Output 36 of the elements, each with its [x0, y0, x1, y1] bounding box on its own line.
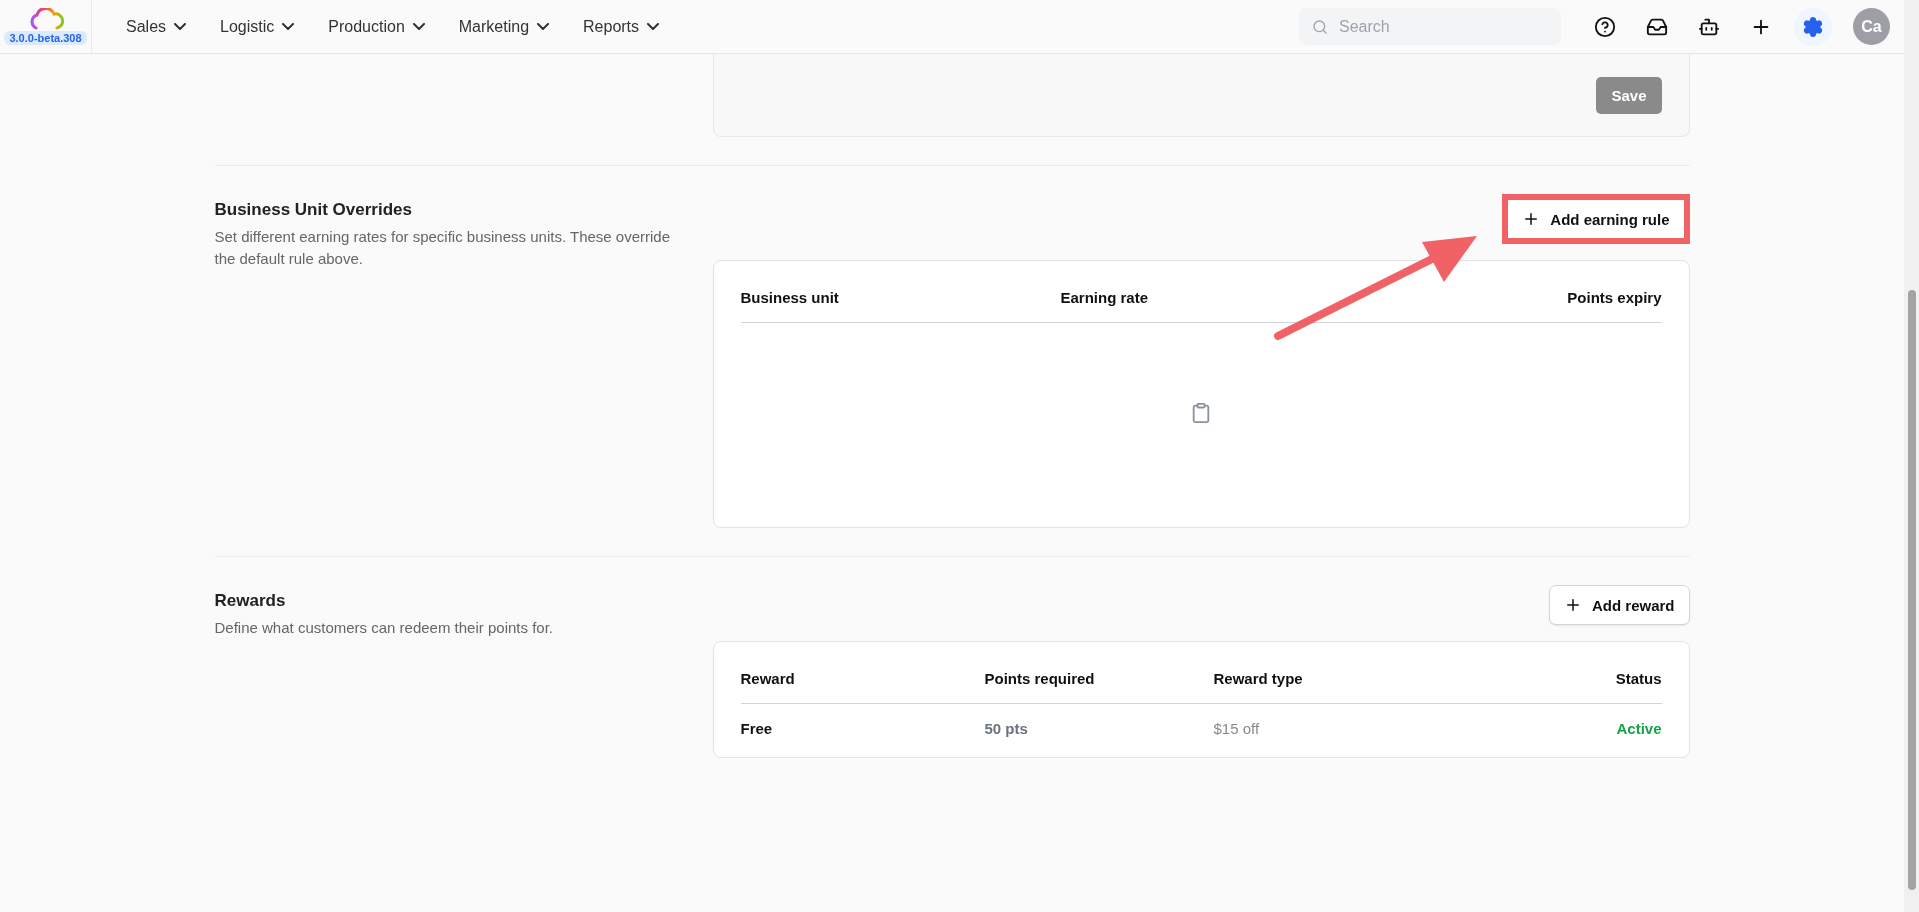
column-header: Points expiry: [1567, 279, 1662, 323]
section-title: Rewards: [214, 591, 287, 611]
version-badge: 3.0.0-beta.308: [4, 31, 87, 45]
add-button[interactable]: Add reward: [1549, 585, 1690, 625]
column-header: Points required: [984, 660, 1214, 704]
column-header: Reward: [740, 660, 985, 704]
section-title: Business Unit Overrides: [214, 200, 413, 220]
chevron-down-icon: [412, 23, 425, 30]
chevron-down-icon: [647, 23, 660, 30]
nav-menu[interactable]: Reports: [583, 17, 660, 36]
section-description: Set different earning rates for specific business units. These override the default rule above.: [214, 227, 672, 269]
status-text: Active: [1615, 719, 1662, 739]
column-header: Earning rate: [1060, 279, 1568, 323]
settings-icon: [1802, 15, 1824, 38]
highlighted-add-button[interactable]: Add earning rule: [1502, 194, 1690, 244]
nav-menu[interactable]: Logistic: [220, 17, 295, 36]
nav-menu[interactable]: Production: [328, 17, 425, 36]
settings-button[interactable]: [1794, 7, 1832, 46]
column-header: Reward type: [1213, 660, 1616, 704]
help-icon: [1594, 15, 1616, 38]
clipboard-icon: [1190, 402, 1212, 424]
scrollbar[interactable]: [1904, 0, 1919, 912]
chevron-down-icon: [282, 23, 295, 30]
nav-menu[interactable]: Sales: [126, 17, 187, 36]
chevron-down-icon: [537, 23, 550, 30]
chevron-down-icon: [174, 23, 187, 30]
plus-icon: [1564, 596, 1582, 614]
column-header: Status: [1615, 660, 1662, 704]
table-cell-text: 50 pts: [984, 719, 1029, 739]
section-description: Define what customers can redeem their points for.: [214, 618, 554, 638]
table-cell-text: Free: [740, 719, 774, 739]
search-icon: [1312, 19, 1328, 35]
search-field[interactable]: Search: [1299, 8, 1561, 45]
column-header: Business unit: [740, 279, 1061, 323]
table-cell-text: $15 off: [1213, 719, 1261, 739]
nav-menu[interactable]: Marketing: [458, 17, 550, 36]
